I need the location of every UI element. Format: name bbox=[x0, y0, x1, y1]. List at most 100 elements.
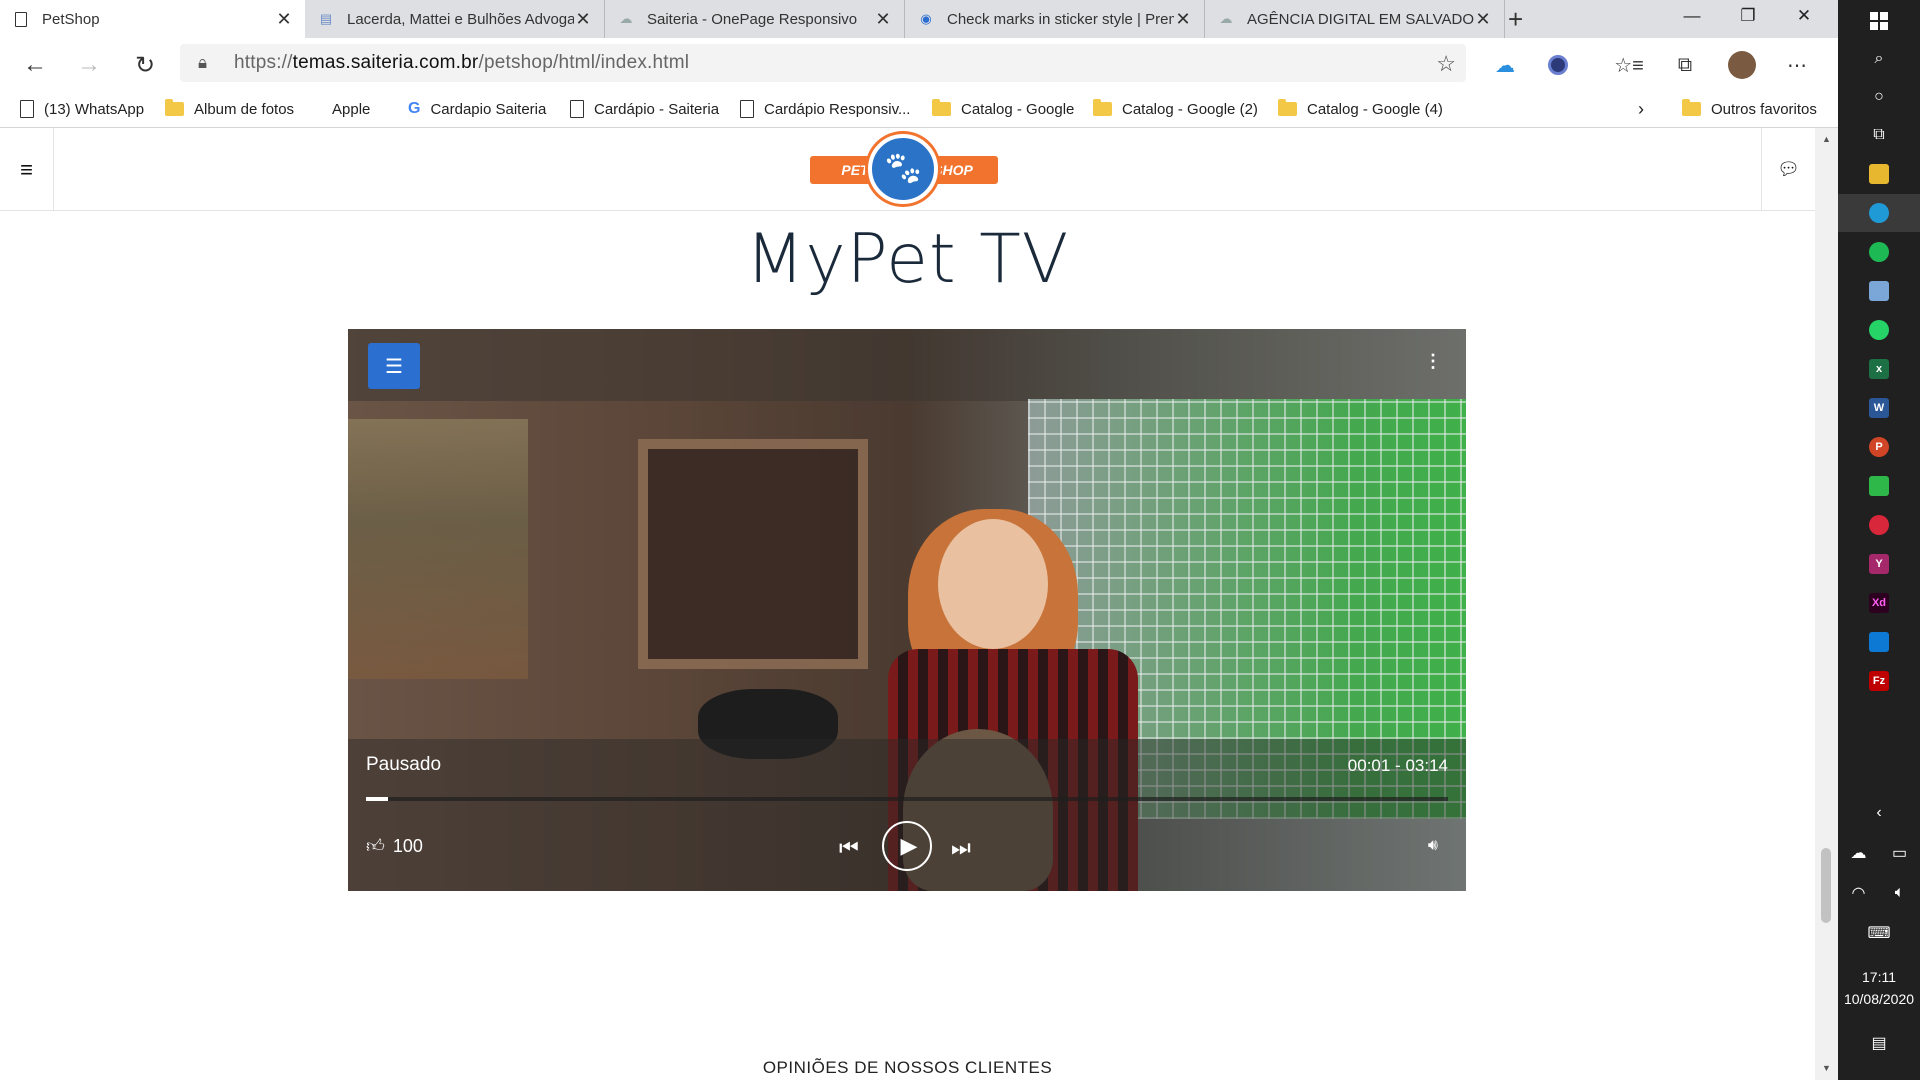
bookmark-apple[interactable]: Apple bbox=[322, 90, 370, 128]
bookmark-catalog-4[interactable]: Catalog - Google (4) bbox=[1278, 90, 1443, 128]
favorite-star-icon[interactable]: ☆ bbox=[1436, 51, 1456, 77]
collections-icon[interactable]: ⧉ bbox=[1668, 48, 1702, 82]
onedrive-tray-icon[interactable]: ☁ bbox=[1838, 834, 1879, 872]
excel-icon[interactable]: x bbox=[1838, 350, 1920, 388]
bookmark-album[interactable]: Album de fotos bbox=[165, 90, 294, 128]
tab-lacerda[interactable]: ▤ Lacerda, Mattei e Bulhões Advogados ✕ bbox=[305, 0, 605, 38]
word-icon[interactable]: W bbox=[1838, 389, 1920, 427]
forward-button[interactable]: → bbox=[72, 48, 106, 82]
like-button[interactable]: 👍︎ 100 bbox=[366, 835, 423, 857]
video-player[interactable]: ☰ ⋮ Pausado 00:01 - 03:14 👍︎ 100 ⏮︎ ▶ ⏭︎ … bbox=[348, 329, 1466, 891]
bookmark-whatsapp[interactable]: (13) WhatsApp bbox=[20, 90, 144, 128]
tab-saiteria[interactable]: ☁ Saiteria - OnePage Responsivo ✕ bbox=[605, 0, 905, 38]
close-tab-icon[interactable]: ✕ bbox=[275, 9, 293, 30]
windows-start-icon[interactable] bbox=[1838, 2, 1920, 40]
bookmark-catalog[interactable]: Catalog - Google bbox=[932, 90, 1074, 128]
cloud-icon: ☁ bbox=[1219, 11, 1233, 26]
search-icon[interactable]: ⌕ bbox=[1838, 40, 1920, 78]
progress-fill bbox=[366, 797, 388, 801]
edge-icon[interactable] bbox=[1838, 194, 1920, 232]
petshop-logo[interactable]: PET SHOP 🐾︎ bbox=[810, 134, 998, 204]
bookmark-cardapio-responsivo[interactable]: Cardápio Responsiv... bbox=[740, 90, 910, 128]
section-heading: OPINIÕES DE NOSSOS CLIENTES bbox=[762, 1058, 1053, 1077]
extension-icon[interactable] bbox=[1541, 48, 1575, 82]
close-tab-icon[interactable]: ✕ bbox=[1174, 9, 1192, 30]
chat-icon[interactable]: 💬︎ bbox=[1761, 128, 1815, 211]
tab-petshop[interactable]: PetShop ✕ bbox=[0, 0, 305, 38]
tab-agencia[interactable]: ☁ AGÊNCIA DIGITAL EM SALVADOR ✕ bbox=[1205, 0, 1505, 38]
powerpoint-icon[interactable]: P bbox=[1838, 428, 1920, 466]
page-icon bbox=[570, 100, 584, 118]
filezilla-icon[interactable]: Fz bbox=[1838, 662, 1920, 700]
notifications-icon[interactable]: ▤ bbox=[1838, 1024, 1920, 1062]
tab-title: Check marks in sticker style | Premium bbox=[947, 10, 1174, 28]
site-header: ≡ PET SHOP 🐾︎ 💬︎ bbox=[0, 128, 1815, 211]
next-icon[interactable]: ⏭︎ bbox=[951, 835, 971, 861]
bookmark-cardapio-saiteria[interactable]: G Cardapio Saiteria bbox=[408, 90, 546, 128]
cortana-icon[interactable]: ○ bbox=[1838, 78, 1920, 116]
more-menu-icon[interactable]: ⋯ bbox=[1780, 48, 1814, 82]
bookmark-other-favorites[interactable]: Outros favoritos bbox=[1682, 90, 1817, 128]
spotify-icon[interactable] bbox=[1838, 233, 1920, 271]
tab-title: Saiteria - OnePage Responsivo bbox=[647, 10, 858, 28]
store-shelf bbox=[348, 419, 528, 679]
hamburger-menu-icon[interactable]: ≡ bbox=[0, 128, 54, 211]
keyboard-icon[interactable]: ⌨ bbox=[1838, 914, 1920, 952]
profile-avatar[interactable] bbox=[1725, 48, 1759, 82]
bookmark-catalog-2[interactable]: Catalog - Google (2) bbox=[1093, 90, 1258, 128]
wall-display bbox=[638, 439, 868, 669]
adobe-xd-icon[interactable]: Xd bbox=[1838, 584, 1920, 622]
previous-icon[interactable]: ⏮︎ bbox=[839, 835, 859, 861]
close-tab-icon[interactable]: ✕ bbox=[1474, 9, 1492, 30]
favorites-list-icon[interactable]: ☆≡ bbox=[1612, 48, 1646, 82]
folder-icon bbox=[165, 99, 184, 116]
page-icon bbox=[12, 10, 30, 28]
playlist-button[interactable]: ☰ bbox=[368, 343, 420, 389]
battery-icon[interactable]: ▭ bbox=[1879, 834, 1920, 872]
whatsapp-icon[interactable] bbox=[1838, 311, 1920, 349]
play-button[interactable]: ▶ bbox=[882, 821, 932, 871]
scrollbar-thumb[interactable] bbox=[1821, 848, 1831, 923]
new-tab-button[interactable]: + bbox=[1508, 4, 1523, 35]
page-scrollbar[interactable]: ▲ ▼ bbox=[1815, 128, 1838, 1080]
close-tab-icon[interactable]: ✕ bbox=[574, 9, 592, 30]
close-tab-icon[interactable]: ✕ bbox=[874, 9, 892, 30]
volume-icon[interactable]: 🔊︎ bbox=[1428, 837, 1438, 855]
restore-button[interactable]: ❐ bbox=[1720, 0, 1776, 32]
progress-bar[interactable] bbox=[366, 797, 1448, 801]
reload-button[interactable]: ↻ bbox=[128, 48, 162, 82]
girl-face bbox=[938, 519, 1048, 649]
file-explorer-icon[interactable] bbox=[1838, 155, 1920, 193]
wifi-icon[interactable]: ◠ bbox=[1838, 874, 1879, 912]
tab-checkmarks[interactable]: ◉ Check marks in sticker style | Premium… bbox=[905, 0, 1205, 38]
scroll-down-icon[interactable]: ▼ bbox=[1822, 1063, 1831, 1073]
chevron-right-icon[interactable]: › bbox=[1638, 90, 1644, 128]
app-icon[interactable] bbox=[1838, 272, 1920, 310]
document-icon: ▤ bbox=[319, 11, 333, 26]
yoast-icon[interactable]: Y bbox=[1838, 545, 1920, 583]
back-button[interactable]: ← bbox=[18, 48, 52, 82]
scroll-up-icon[interactable]: ▲ bbox=[1822, 134, 1831, 144]
address-toolbar: ← → ↻ 🔒︎ https://temas.saiteria.com.br/p… bbox=[0, 38, 1838, 90]
vscode-icon[interactable] bbox=[1838, 623, 1920, 661]
onedrive-icon[interactable]: ☁ bbox=[1488, 48, 1522, 82]
time-display: 00:01 - 03:14 bbox=[1347, 756, 1448, 775]
green-app-icon[interactable] bbox=[1838, 467, 1920, 505]
close-window-button[interactable]: ✕ bbox=[1776, 0, 1832, 32]
chevron-left-icon[interactable]: ‹ bbox=[1838, 794, 1920, 832]
address-bar[interactable]: 🔒︎ https://temas.saiteria.com.br/petshop… bbox=[180, 44, 1466, 82]
lock-icon[interactable]: 🔒︎ bbox=[198, 53, 218, 73]
page-title: MyPet TV bbox=[745, 220, 1070, 299]
task-view-icon[interactable]: ⧉ bbox=[1838, 116, 1920, 154]
red-app-icon[interactable] bbox=[1838, 506, 1920, 544]
url-text[interactable]: https://temas.saiteria.com.br/petshop/ht… bbox=[234, 52, 689, 74]
system-clock[interactable]: 17:11 10/08/2020 bbox=[1838, 966, 1920, 1010]
folder-icon bbox=[932, 99, 951, 116]
more-options-icon[interactable]: ⋮ bbox=[1424, 351, 1442, 372]
google-icon: G bbox=[408, 100, 421, 117]
windows-taskbar: ⌕ ○ ⧉ x W P Y Xd Fz ‹ ☁ ▭ ◠ 🔈︎ ⌨ ▤ bbox=[1838, 0, 1920, 1080]
bookmark-cardapio[interactable]: Cardápio - Saiteria bbox=[570, 90, 719, 128]
paw-icon: 🐾︎ bbox=[868, 134, 938, 204]
minimize-button[interactable]: — bbox=[1664, 0, 1720, 32]
speaker-icon[interactable]: 🔈︎ bbox=[1879, 874, 1920, 912]
